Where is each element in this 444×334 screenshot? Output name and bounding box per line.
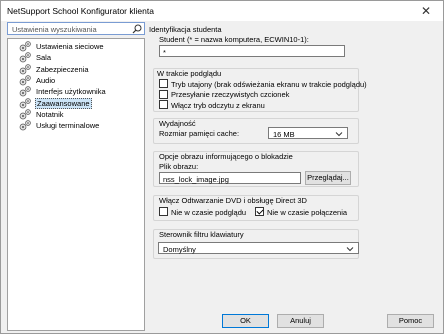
cache-size-value: 16 MB — [273, 130, 295, 139]
search-placeholder: Ustawienia wyszukiwania — [12, 25, 97, 34]
dvd-checkbox[interactable] — [255, 207, 264, 216]
cache-size-select[interactable]: 16 MB — [268, 127, 348, 139]
image-file-field[interactable]: nss_lock_image.jpg — [159, 172, 301, 184]
keyboard-filter-value: Domyślny — [163, 245, 196, 254]
chevron-down-icon — [346, 247, 354, 252]
tree-item-label: Zabezpieczenia — [36, 64, 89, 74]
browse-button[interactable]: Przeglądaj... — [305, 171, 351, 185]
image-file-label: Plik obrazu: — [159, 162, 199, 171]
during-view-title: W trakcie podglądu — [157, 69, 222, 78]
tree-item-label: Ustawienia sieciowe — [36, 42, 104, 51]
tree-item-label: Interfejs użytkownika — [36, 87, 106, 97]
search-icon[interactable] — [132, 24, 142, 34]
dvd-title: Włącz Odtwarzanie DVD i obsługę Direct 3… — [159, 196, 307, 205]
keyboard-filter-select[interactable]: Domyślny — [158, 242, 359, 254]
during-view-option-label: Tryb utajony (brak odświeżania ekranu w … — [171, 79, 367, 89]
settings-search-input[interactable]: Ustawienia wyszukiwania — [7, 22, 145, 35]
lock-image-title: Opcje obrazu informującego o blokadzie — [159, 152, 293, 161]
help-button[interactable]: Pomoc — [387, 314, 434, 328]
title-bar: NetSupport School Konfigurator klienta ✕ — [1, 1, 443, 21]
during-view-checkbox[interactable] — [159, 89, 168, 99]
student-name-value: * — [163, 48, 166, 57]
during-view-checkbox[interactable] — [159, 100, 168, 109]
performance-title: Wydajność — [159, 119, 196, 128]
ok-button[interactable]: OK — [222, 314, 269, 328]
during-view-option-label: Włącz tryb odczytu z ekranu — [171, 100, 265, 110]
chevron-down-icon — [335, 132, 343, 137]
dvd-checkbox[interactable] — [159, 207, 168, 216]
student-label: Student (* = nazwa komputera, ECWIN10-1)… — [159, 35, 309, 44]
dvd-option-label: Nie w czasie połączenia — [267, 207, 348, 217]
dvd-option-label: Nie w czasie podglądu — [171, 207, 247, 217]
cache-size-label: Rozmiar pamięci cache: — [159, 129, 240, 138]
during-view-option-label: Przesyłanie rzeczywistych czcionek — [171, 90, 290, 99]
tree-item-label: Zaawansowane — [35, 97, 92, 109]
settings-tree[interactable]: Ustawienia sieciowe Sala Zabezpieczenia Aud… — [7, 38, 145, 331]
during-view-checkbox[interactable] — [159, 79, 168, 88]
tree-item-label: Sala — [36, 53, 52, 63]
keyboard-filter-title: Sterownik filtru klawiatury — [159, 230, 244, 239]
tree-item-label: Audio — [36, 75, 56, 85]
tree-item-label: Usługi terminalowe — [36, 121, 100, 131]
cancel-button[interactable]: Anuluj — [277, 314, 324, 328]
window-title: NetSupport School Konfigurator klienta — [7, 6, 154, 16]
identification-title: Identyfikacja studenta — [149, 25, 222, 34]
tree-item-label: Notatnik — [36, 109, 64, 119]
configurator-window: NetSupport School Konfigurator klienta ✕… — [0, 0, 444, 334]
image-file-value: nss_lock_image.jpg — [163, 175, 229, 184]
gear-icon — [18, 119, 32, 132]
close-button[interactable]: ✕ — [413, 2, 439, 20]
student-name-field[interactable]: * — [159, 45, 345, 57]
